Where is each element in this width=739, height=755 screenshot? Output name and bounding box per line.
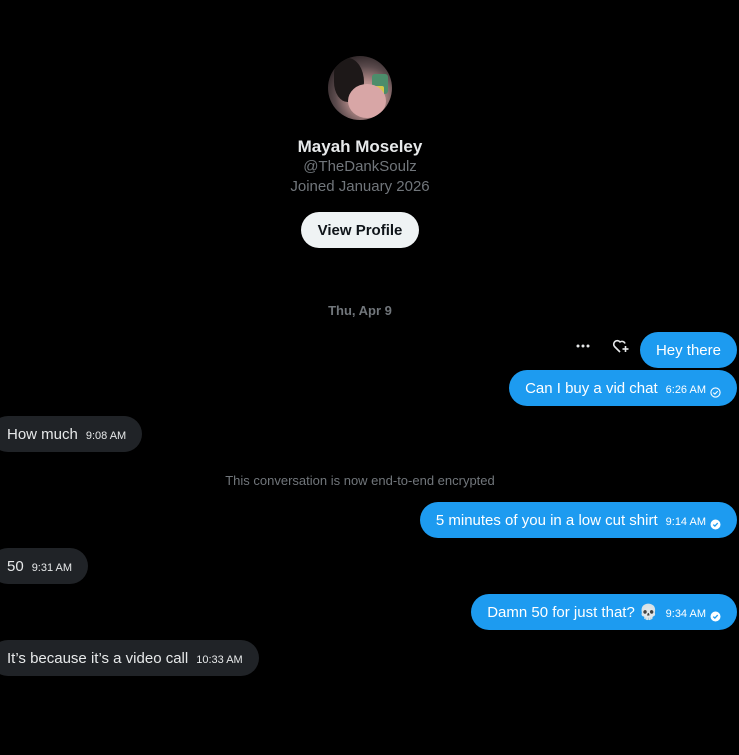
display-name: Mayah Moseley [297,137,423,156]
message-time: 9:34 AM [665,607,706,620]
message-text: How much [7,425,78,443]
message-text: Can I buy a vid chat [525,379,658,397]
message-time: 6:26 AM [665,383,706,396]
message-bubble-incoming[interactable]: It’s because it’s a video call 10:33 AM [0,640,259,676]
message-bubble-incoming[interactable]: How much 9:08 AM [0,416,143,452]
avatar-subject [348,84,386,118]
read-check-icon [710,609,721,621]
message-text: 50 [7,557,24,575]
view-profile-button[interactable]: View Profile [300,212,420,248]
heart-plus-icon[interactable] [611,336,631,356]
message-time: 9:08 AM [85,429,127,442]
date-separator: Thu, Apr 9 [328,303,392,318]
message-bubble-incoming[interactable]: 50 9:31 AM [0,548,89,584]
read-check-icon [710,517,721,529]
more-horizontal-icon[interactable] [573,336,593,356]
message-text: Hey there [655,341,721,359]
avatar[interactable] [328,56,392,120]
message-time: 9:14 AM [665,515,706,528]
joined-date: Joined January 2026 [290,178,430,195]
message-text: Damn 50 for just that? 💀 [487,604,658,621]
encryption-notice: This conversation is now end-to-end encr… [225,473,495,488]
profile-header: Mayah Moseley @TheDankSoulz Joined Janua… [0,56,720,248]
message-time: 9:31 AM [31,561,73,574]
message-actions [573,336,631,356]
message-bubble-outgoing[interactable]: 5 minutes of you in a low cut shirt 9:14… [419,502,737,538]
message-text: 5 minutes of you in a low cut shirt [435,511,658,529]
message-time: 10:33 AM [196,653,243,666]
user-handle: @TheDankSoulz [303,158,417,175]
sent-check-icon [710,385,721,398]
message-bubble-outgoing[interactable]: Hey there [639,332,737,368]
message-bubble-outgoing[interactable]: Can I buy a vid chat 6:26 AM [509,370,737,406]
message-text: It’s because it’s a video call [7,649,189,667]
message-bubble-outgoing[interactable]: Damn 50 for just that? 💀 9:34 AM [471,594,737,630]
